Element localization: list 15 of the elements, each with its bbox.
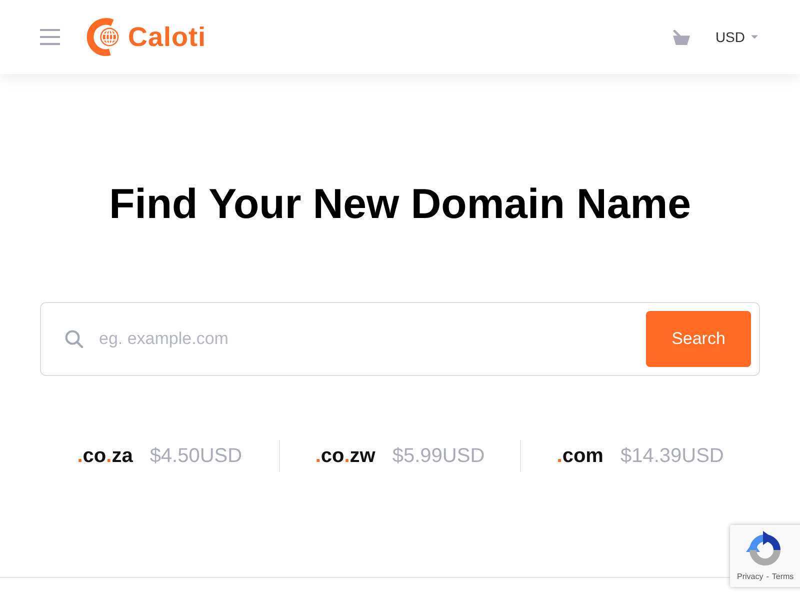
search-icon bbox=[65, 330, 83, 348]
domain-extension: .co.zw bbox=[315, 444, 376, 468]
terms-link[interactable]: Terms bbox=[772, 572, 794, 581]
caret-icon bbox=[751, 35, 758, 39]
domain-extension: .com bbox=[556, 444, 604, 468]
domain-extension: .co.za bbox=[77, 444, 133, 468]
domain-price: $14.39USD bbox=[620, 444, 724, 468]
link-separator: - bbox=[766, 572, 769, 581]
currency-dropdown[interactable]: USD bbox=[715, 29, 760, 45]
basket-icon[interactable] bbox=[672, 30, 692, 44]
menu-icon[interactable] bbox=[40, 29, 60, 45]
privacy-link[interactable]: Privacy bbox=[737, 572, 764, 581]
domain-price: $4.50USD bbox=[150, 444, 242, 468]
domain-price: $5.99USD bbox=[392, 444, 485, 468]
page-title: Find Your New Domain Name bbox=[108, 179, 692, 229]
